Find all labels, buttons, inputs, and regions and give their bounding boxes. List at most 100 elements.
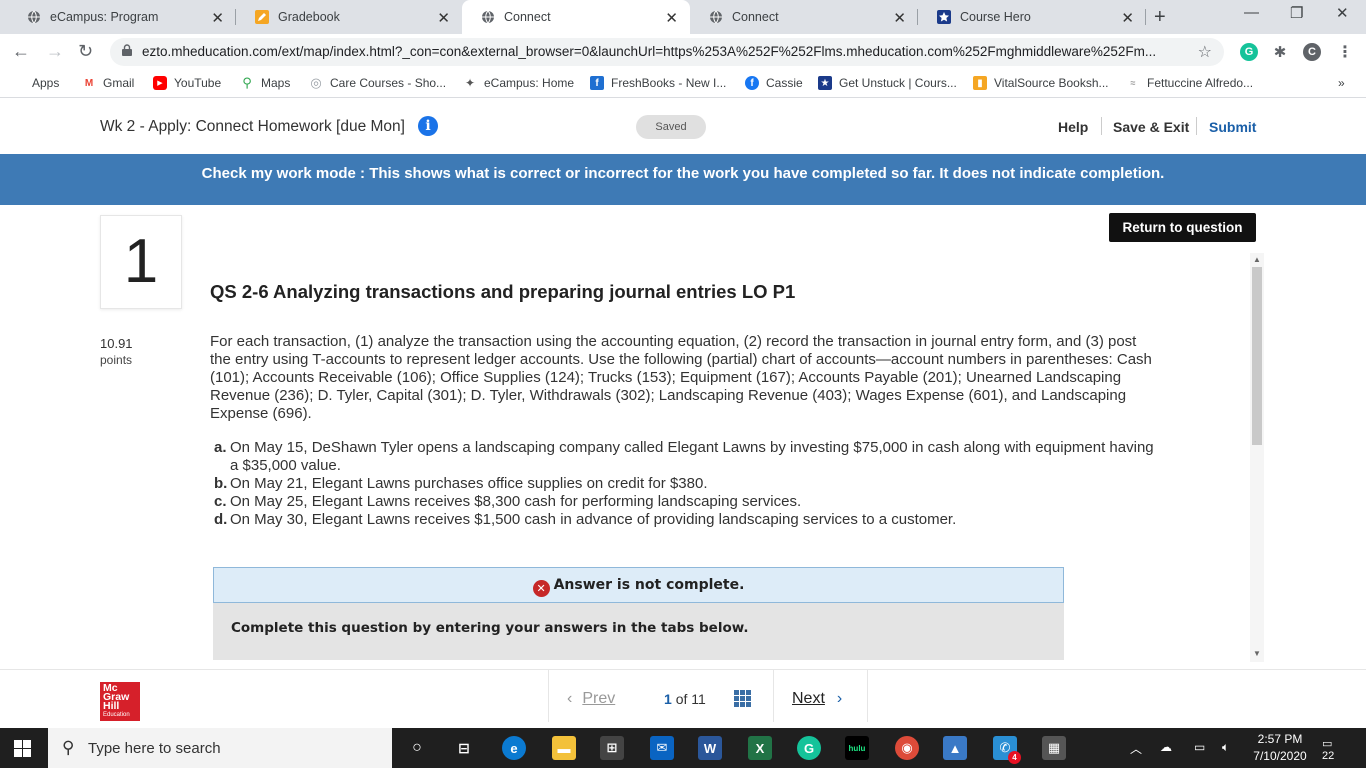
bookmark-label: eCampus: Home [484, 76, 575, 90]
cortana-icon[interactable]: ○ [405, 736, 429, 760]
bookmark-cassie[interactable]: f Cassie [745, 76, 803, 90]
puzzle-extensions-icon[interactable]: ✱ [1271, 43, 1289, 61]
photos-icon[interactable]: ▲ [943, 736, 967, 760]
file-explorer-icon[interactable]: ▬ [552, 736, 576, 760]
globe-icon: ◎ [310, 75, 322, 90]
prev-button[interactable]: ‹ Prev [567, 690, 615, 708]
tray-expand-icon[interactable]: ︿ [1130, 740, 1142, 757]
globe-icon [26, 9, 42, 25]
reload-icon[interactable]: ↻ [78, 41, 93, 62]
excel-icon[interactable]: X [748, 736, 772, 760]
question-grid-icon[interactable] [734, 690, 751, 707]
close-tab-icon[interactable]: ✕ [665, 9, 678, 27]
chrome-icon[interactable]: ◉ [895, 736, 919, 760]
next-button[interactable]: Next › [792, 690, 842, 708]
windows-start-icon[interactable] [14, 740, 31, 757]
scroll-down-arrow-icon[interactable]: ▼ [1253, 649, 1261, 658]
bookmark-apps[interactable]: Apps [14, 76, 59, 90]
bookmark-youtube[interactable]: ▶ YouTube [153, 76, 221, 90]
battery-icon[interactable]: ▭ [1194, 740, 1205, 754]
task-view-icon[interactable]: ⊟ [452, 736, 476, 760]
lock-icon [122, 44, 132, 56]
hulu-icon[interactable]: hulu [845, 736, 869, 760]
more-bookmarks-icon[interactable]: » [1338, 76, 1345, 90]
clock-date: 7/10/2020 [1253, 749, 1307, 763]
new-tab-button[interactable]: + [1154, 6, 1166, 29]
points-value: 10.91 [100, 336, 133, 351]
save-exit-button[interactable]: Save & Exit [1113, 119, 1189, 135]
close-tab-icon[interactable]: ✕ [1121, 9, 1134, 27]
help-button[interactable]: Help [1058, 119, 1088, 135]
info-icon[interactable]: i [418, 116, 438, 136]
scroll-up-arrow-icon[interactable]: ▲ [1253, 255, 1261, 264]
bookmark-ecampus[interactable]: ✦ eCampus: Home [463, 76, 574, 90]
bookmark-maps[interactable]: ⚲ Maps [240, 75, 290, 90]
profile-avatar[interactable]: C [1303, 43, 1321, 61]
pencil-icon [254, 9, 270, 25]
browser-tab[interactable]: Connect ✕ [690, 0, 918, 34]
recipe-icon: ≈ [1130, 78, 1136, 88]
current-page: 1 [664, 691, 672, 707]
mail-icon[interactable]: ✉ [650, 736, 674, 760]
total-pages: 11 [691, 691, 706, 707]
grammarly-extension-icon[interactable]: G [1240, 43, 1258, 61]
bookmark-label: Gmail [103, 76, 135, 90]
onedrive-icon[interactable]: ☁ [1160, 740, 1172, 754]
tab-title: Course Hero [960, 10, 1031, 24]
minimize-icon[interactable]: — [1244, 4, 1259, 21]
question-footer: Mc Graw Hill Education ‹ Prev 1 of 11 Nex… [0, 669, 1366, 728]
messaging-icon[interactable]: ✆ 4 [993, 736, 1021, 764]
close-tab-icon[interactable]: ✕ [893, 9, 906, 27]
of-label: of [675, 691, 688, 707]
pager-divider [773, 670, 774, 722]
menu-kebab-icon[interactable]: ⋮ [1336, 43, 1354, 61]
transaction-list: a. On May 15, DeShawn Tyler opens a lands… [214, 439, 1159, 529]
bookmark-star-icon[interactable]: ☆ [1198, 42, 1212, 62]
return-to-question-button[interactable]: Return to question [1109, 213, 1256, 242]
forward-arrow-icon[interactable]: → [46, 41, 64, 62]
scroll-thumb[interactable] [1252, 267, 1262, 445]
taskbar-search-box[interactable]: ⚲ Type here to search [48, 728, 392, 768]
browser-tab[interactable]: eCampus: Program ✕ [8, 0, 236, 34]
taskbar-clock[interactable]: 2:57 PM 7/10/2020 [1240, 731, 1320, 765]
calculator-icon[interactable]: ▦ [1042, 736, 1066, 760]
restore-icon[interactable]: ❐ [1290, 4, 1303, 22]
submit-button[interactable]: Submit [1209, 119, 1256, 135]
map-pin-icon: ⚲ [242, 75, 252, 90]
bookmark-fettuccine[interactable]: ≈ Fettuccine Alfredo... [1126, 76, 1254, 90]
tab-title: eCampus: Program [50, 10, 159, 24]
address-bar[interactable]: ezto.mheducation.com/ext/map/index.html?… [110, 38, 1224, 66]
store-icon[interactable]: ⊞ [600, 736, 624, 760]
globe-icon [480, 9, 496, 25]
assignment-title: Wk 2 - Apply: Connect Homework [due Mon] [100, 118, 405, 135]
browser-tab-active[interactable]: Connect ✕ [462, 0, 690, 34]
search-placeholder: Type here to search [88, 740, 221, 757]
vitalsource-icon: ▮ [973, 76, 987, 90]
browser-tab[interactable]: Gradebook ✕ [236, 0, 462, 34]
question-number-box: 1 [100, 215, 182, 309]
close-tab-icon[interactable]: ✕ [211, 9, 224, 27]
grammarly-icon[interactable]: G [797, 736, 821, 760]
page-indicator[interactable]: 1 of 11 [664, 691, 706, 707]
bookmark-label: YouTube [174, 76, 222, 90]
bookmark-vitalsource[interactable]: ▮ VitalSource Booksh... [973, 76, 1109, 90]
page-scrollbar[interactable]: ▲ ▼ [1250, 253, 1264, 662]
close-tab-icon[interactable]: ✕ [437, 9, 450, 27]
bookmark-gmail[interactable]: M Gmail [82, 76, 135, 90]
action-center-icon[interactable]: ▭ 22 [1322, 737, 1346, 762]
list-item: c. On May 25, Elegant Lawns receives $8,3… [214, 493, 1159, 511]
bookmark-care-courses[interactable]: ◎ Care Courses - Sho... [309, 75, 447, 90]
window-close-icon[interactable]: ✕ [1336, 4, 1349, 22]
bookmark-get-unstuck[interactable]: ★ Get Unstuck | Cours... [818, 76, 957, 90]
error-x-icon: ✕ [532, 580, 550, 597]
browser-tab[interactable]: Course Hero ✕ [918, 0, 1146, 34]
word-icon[interactable]: W [698, 736, 722, 760]
header-divider [1196, 117, 1197, 135]
back-arrow-icon[interactable]: ← [12, 41, 30, 62]
bookmark-freshbooks[interactable]: f FreshBooks - New I... [590, 76, 726, 90]
bookmark-label: Care Courses - Sho... [330, 76, 447, 90]
list-item: a. On May 15, DeShawn Tyler opens a lands… [214, 439, 1159, 475]
bookmark-label: Apps [32, 76, 60, 90]
volume-icon[interactable]: 🔈︎ [1222, 740, 1229, 755]
edge-icon[interactable]: e [502, 736, 526, 760]
